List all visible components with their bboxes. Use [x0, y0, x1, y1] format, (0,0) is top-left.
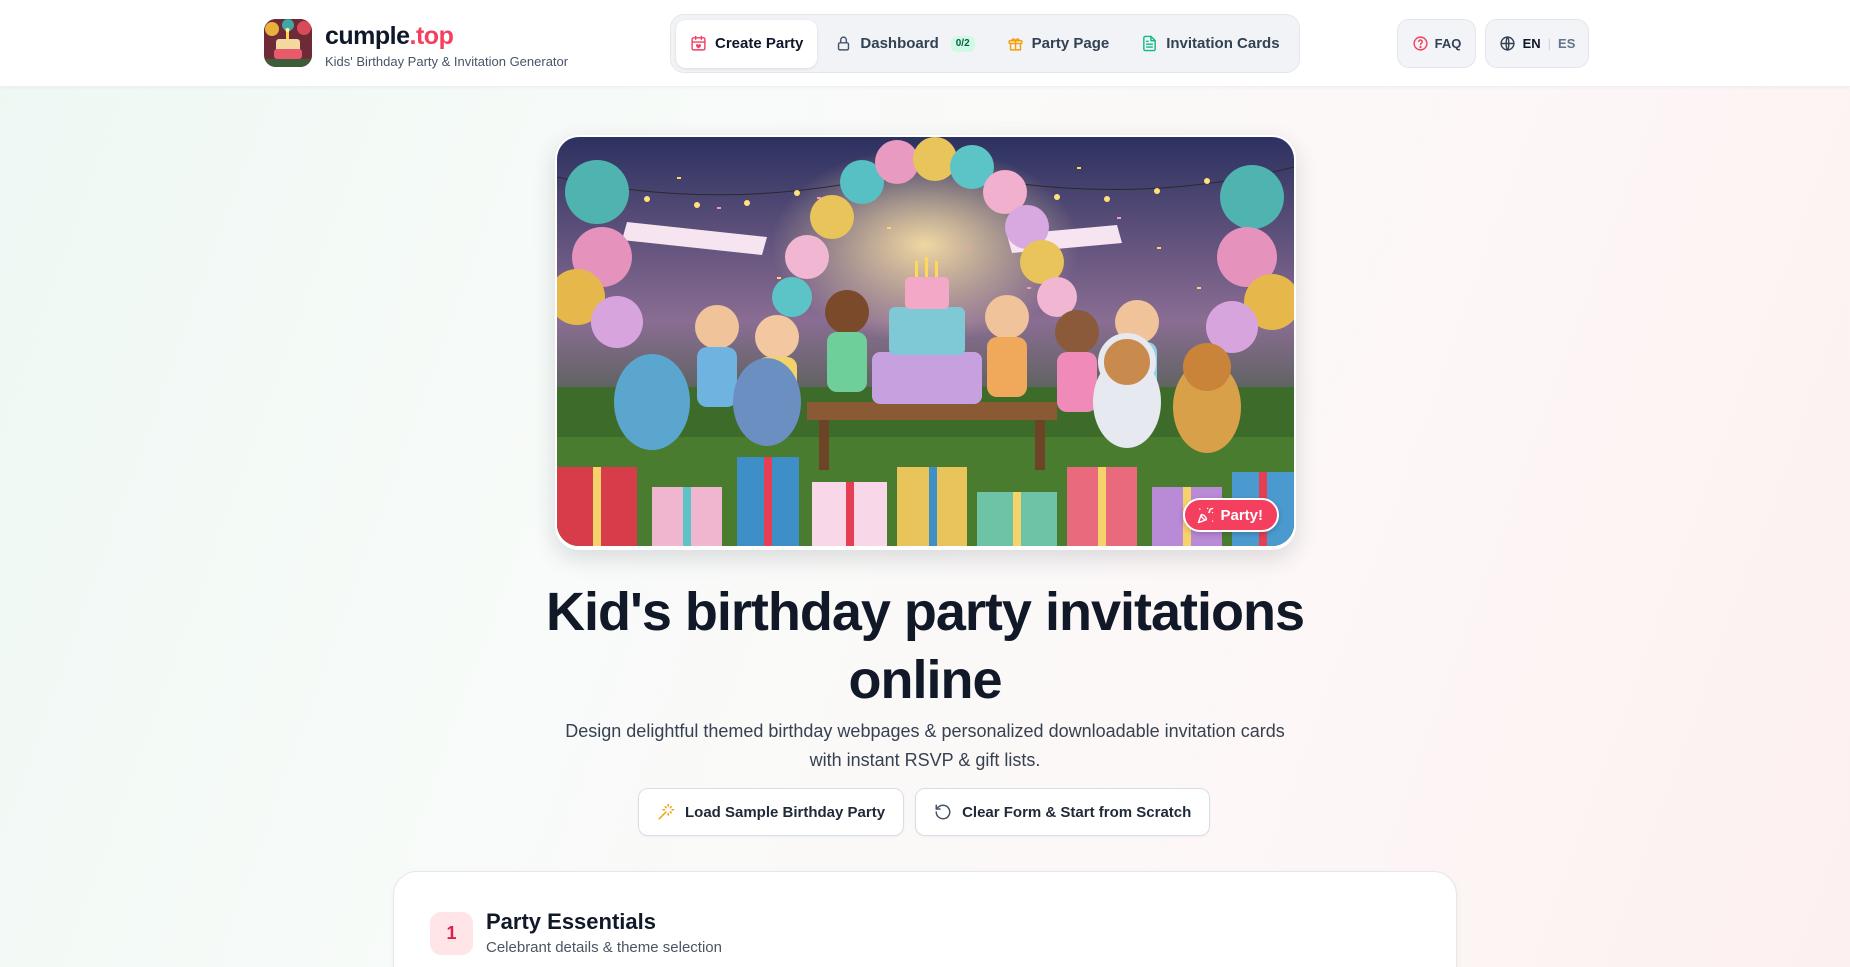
- dashboard-count-badge: 0/2: [950, 35, 975, 52]
- section-title: Party Essentials: [486, 909, 656, 934]
- nav-party-page[interactable]: Party Page: [993, 20, 1124, 68]
- language-switcher[interactable]: EN | ES: [1485, 19, 1589, 68]
- file-text-icon: [1143, 35, 1157, 52]
- hero-actions: Load Sample Birthday Party Clear Form & …: [638, 788, 1211, 836]
- hero-party-illustration: Party!: [557, 137, 1294, 546]
- step-number-badge: 1: [430, 912, 473, 955]
- help-circle-icon: [1413, 36, 1428, 51]
- nav-create-party-label: Create Party: [715, 35, 804, 52]
- brand-name-accent: .top: [409, 22, 454, 50]
- site-logo[interactable]: [264, 19, 312, 67]
- clear-form-button[interactable]: Clear Form & Start from Scratch: [915, 788, 1211, 836]
- calendar-heart-icon: [691, 35, 706, 51]
- party-badge: Party!: [1183, 498, 1279, 532]
- gift-icon: [1008, 38, 1023, 51]
- party-essentials-card: 1 Party Essentials Celebrant details & t…: [393, 871, 1457, 967]
- page-subtitle: Design delightful themed birthday webpag…: [565, 721, 1285, 770]
- faq-label: FAQ: [1434, 36, 1462, 51]
- brand-tagline: Kids' Birthday Party & Invitation Genera…: [325, 54, 569, 69]
- globe-icon: [1500, 36, 1515, 51]
- nav-invitation-cards[interactable]: Invitation Cards: [1127, 20, 1293, 68]
- lang-es[interactable]: ES: [1558, 36, 1575, 51]
- section-subtitle: Celebrant details & theme selection: [486, 939, 722, 956]
- page-title: Kid's birthday party invitations online: [546, 582, 1305, 710]
- hero-image-frame: Party!: [555, 135, 1296, 550]
- lang-separator: |: [1547, 36, 1552, 51]
- brand[interactable]: cumple.top Kids' Birthday Party & Invita…: [325, 22, 568, 69]
- top-header: cumple.top Kids' Birthday Party & Invita…: [0, 0, 1850, 87]
- nav-dashboard[interactable]: Dashboard 0/2: [821, 20, 988, 68]
- brand-name: cumple.top: [325, 22, 568, 50]
- lock-icon: [838, 36, 850, 51]
- brand-name-main: cumple: [325, 22, 410, 50]
- logo-party-illustration: [264, 19, 312, 67]
- nav-party-page-label: Party Page: [1031, 35, 1110, 52]
- faq-button[interactable]: FAQ: [1397, 19, 1476, 68]
- magic-wand-icon: [658, 803, 675, 820]
- rotate-ccw-icon: [935, 804, 951, 820]
- load-sample-button[interactable]: Load Sample Birthday Party: [638, 788, 905, 836]
- lang-en[interactable]: EN: [1523, 36, 1541, 51]
- nav-dashboard-label: Dashboard: [860, 35, 939, 52]
- clear-form-label: Clear Form & Start from Scratch: [962, 803, 1192, 821]
- main-nav: Create Party Dashboard 0/2 Party Page In…: [670, 14, 1300, 73]
- party-badge-label: Party!: [1220, 506, 1263, 524]
- nav-create-party[interactable]: Create Party: [676, 19, 818, 68]
- load-sample-label: Load Sample Birthday Party: [685, 803, 886, 821]
- party-popper-icon: [1198, 507, 1214, 523]
- nav-invitation-cards-label: Invitation Cards: [1166, 35, 1280, 52]
- hero-illustration-art: [557, 137, 1294, 546]
